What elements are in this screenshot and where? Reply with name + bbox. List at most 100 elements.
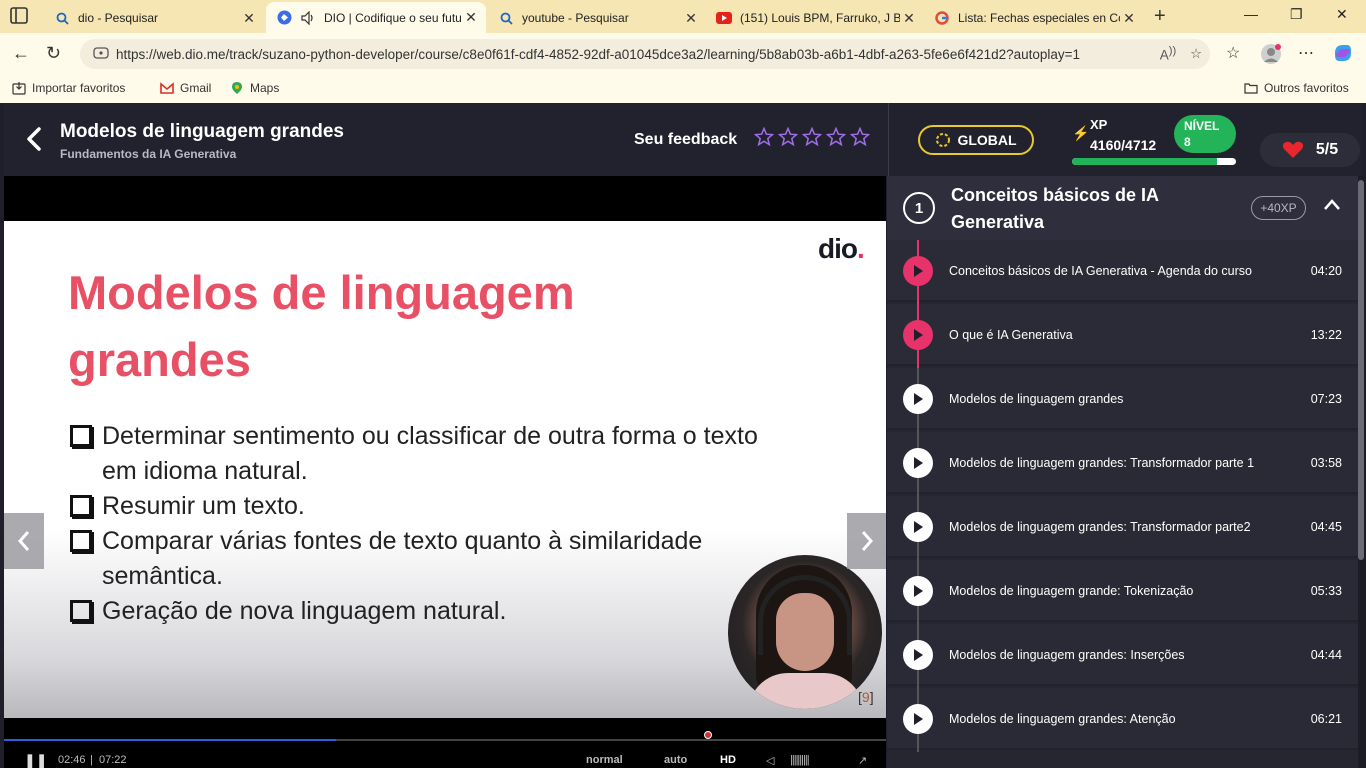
- lesson-title: Conceitos básicos de IA Generativa - Age…: [949, 264, 1252, 278]
- close-tab-icon[interactable]: ✕: [682, 10, 700, 27]
- tab-strip: dio - Pesquisar ✕ DIO | Codifique o seu …: [0, 0, 1366, 33]
- volume-icon[interactable]: ◁: [766, 754, 774, 767]
- tab-title: dio - Pesquisar: [78, 11, 159, 25]
- import-icon: [12, 82, 26, 95]
- other-favorites[interactable]: Outros favoritos: [1244, 81, 1349, 95]
- close-tab-icon[interactable]: ✕: [240, 10, 258, 27]
- feedback-label: Seu feedback: [634, 131, 738, 148]
- bookmark-label: Importar favoritos: [32, 81, 126, 95]
- volume-slider[interactable]: ||||||||||: [790, 754, 810, 766]
- play-icon[interactable]: [903, 576, 933, 606]
- bookmark-label: Maps: [250, 81, 280, 95]
- hd-button[interactable]: HD: [720, 754, 736, 766]
- play-icon[interactable]: [903, 704, 933, 734]
- sidebar-scrollbar-thumb[interactable]: [1358, 180, 1364, 560]
- lesson-item[interactable]: Conceitos básicos de IA Generativa - Age…: [887, 240, 1358, 304]
- tab-actions-icon[interactable]: [10, 7, 30, 25]
- star-icon[interactable]: [778, 127, 798, 147]
- tab-dio-search[interactable]: dio - Pesquisar ✕: [44, 4, 264, 32]
- lesson-item[interactable]: Modelos de linguagem grandes: Transforma…: [887, 496, 1358, 560]
- play-icon[interactable]: [903, 512, 933, 542]
- section-header[interactable]: 1 Conceitos básicos de IA Generativa +40…: [887, 176, 1358, 240]
- chevron-up-icon[interactable]: [1323, 196, 1341, 214]
- play-icon[interactable]: [903, 640, 933, 670]
- bookmark-import[interactable]: Importar favoritos: [12, 81, 125, 95]
- play-icon[interactable]: [903, 448, 933, 478]
- address-bar[interactable]: https://web.dio.me/track/suzano-python-d…: [80, 39, 1210, 69]
- read-aloud-icon[interactable]: A)): [1154, 45, 1182, 63]
- level-badge: NÍVEL 8: [1174, 115, 1236, 153]
- copilot-icon[interactable]: [1332, 43, 1354, 68]
- play-icon[interactable]: [903, 256, 933, 286]
- star-icon[interactable]: [826, 127, 846, 147]
- back-arrow-icon[interactable]: [24, 125, 44, 153]
- tab-youtube-search[interactable]: youtube - Pesquisar ✕: [488, 4, 706, 32]
- minimize-button[interactable]: —: [1244, 6, 1258, 22]
- favorite-star-icon[interactable]: ☆: [1182, 46, 1210, 62]
- previous-slide-button[interactable]: [4, 513, 44, 569]
- lesson-title: Modelos de linguagem grandes: Transforma…: [949, 456, 1255, 470]
- dio-icon: [276, 10, 292, 26]
- checkbox-bullet-icon: [70, 425, 92, 447]
- chevron-right-icon: [861, 531, 874, 551]
- lives-value: 5/5: [1315, 141, 1339, 158]
- lesson-item[interactable]: Modelos de linguagem grande: Tokenização…: [887, 560, 1358, 624]
- pause-icon[interactable]: ❚❚: [24, 752, 47, 768]
- fullscreen-icon[interactable]: ↗: [858, 754, 867, 767]
- quality-mode-button[interactable]: auto: [664, 754, 687, 766]
- video-player[interactable]: Modelos de linguagem grandes dio. Determ…: [4, 176, 886, 768]
- slide-bullet: Geração de nova linguagem natural.: [70, 594, 770, 629]
- bookmark-gmail[interactable]: Gmail: [160, 81, 211, 95]
- site-info-icon[interactable]: [86, 46, 116, 62]
- global-label: GLOBAL: [957, 132, 1017, 148]
- tab-youtube[interactable]: (151) Louis BPM, Farruko, J Balvin ✕: [706, 4, 924, 32]
- tab-fechas[interactable]: Lista: Fechas especiales en Colombia ✕: [924, 4, 1144, 32]
- restore-button[interactable]: ❐: [1290, 6, 1303, 23]
- lesson-item[interactable]: Modelos de linguagem grandes 07:23: [887, 368, 1358, 432]
- checkbox-bullet-icon: [70, 530, 92, 552]
- lesson-item[interactable]: Modelos de linguagem grandes: Transforma…: [887, 432, 1358, 496]
- star-icon[interactable]: [802, 127, 822, 147]
- address-bar-row: ← ↻ https://web.dio.me/track/suzano-pyth…: [0, 33, 1366, 75]
- close-tab-icon[interactable]: ✕: [900, 10, 918, 27]
- close-tab-icon[interactable]: ✕: [1120, 10, 1138, 27]
- lesson-item[interactable]: Modelos de linguagem grandes: Inserções 0…: [887, 624, 1358, 688]
- tab-dio-course[interactable]: DIO | Codifique o seu futuro ✕: [266, 2, 486, 33]
- speed-button[interactable]: normal: [586, 754, 623, 766]
- star-icon[interactable]: [850, 127, 870, 147]
- back-button[interactable]: ←: [12, 43, 30, 64]
- new-tab-button[interactable]: +: [1154, 5, 1166, 28]
- close-tab-icon[interactable]: ✕: [462, 9, 480, 26]
- lesson-item[interactable]: O que é IA Generativa 13:22: [887, 304, 1358, 368]
- checkbox-bullet-icon: [70, 495, 92, 517]
- level-label: NÍVEL: [1184, 119, 1220, 133]
- bookmark-maps[interactable]: Maps: [230, 81, 279, 95]
- lesson-item[interactable]: Modelos de linguagem grandes: Atenção 06:…: [887, 688, 1358, 752]
- star-icon[interactable]: [754, 127, 774, 147]
- youtube-icon: [716, 10, 732, 26]
- feedback-stars: [754, 127, 870, 147]
- refresh-button[interactable]: ↻: [46, 43, 61, 64]
- play-icon[interactable]: [903, 384, 933, 414]
- lesson-duration: 04:44: [1310, 648, 1342, 662]
- slide-bullets: Determinar sentimento ou classificar de …: [70, 419, 770, 629]
- lesson-title: Modelos de linguagem grandes: Inserções: [949, 648, 1185, 662]
- tab-title: DIO | Codifique o seu futuro: [324, 10, 462, 25]
- favorites-icon[interactable]: ☆: [1226, 43, 1240, 63]
- settings-more-icon[interactable]: ⋯: [1298, 43, 1314, 63]
- global-ranking-button[interactable]: GLOBAL: [918, 125, 1034, 155]
- tab-title: youtube - Pesquisar: [522, 11, 629, 25]
- video-progress-bar[interactable]: [4, 739, 886, 741]
- play-icon[interactable]: [903, 320, 933, 350]
- next-slide-button[interactable]: [847, 513, 886, 569]
- slide-title: Modelos de linguagem grandes: [68, 266, 575, 386]
- lesson-duration: 04:45: [1310, 520, 1342, 534]
- checkbox-bullet-icon: [70, 600, 92, 622]
- url-text[interactable]: https://web.dio.me/track/suzano-python-d…: [116, 47, 1154, 62]
- profile-avatar[interactable]: [1260, 43, 1282, 70]
- time-separator: |: [90, 754, 93, 766]
- speaker-icon[interactable]: [300, 10, 316, 26]
- total-time: 07:22: [99, 754, 127, 766]
- xp-progress-fill: [1072, 158, 1217, 165]
- close-window-button[interactable]: ✕: [1336, 6, 1348, 23]
